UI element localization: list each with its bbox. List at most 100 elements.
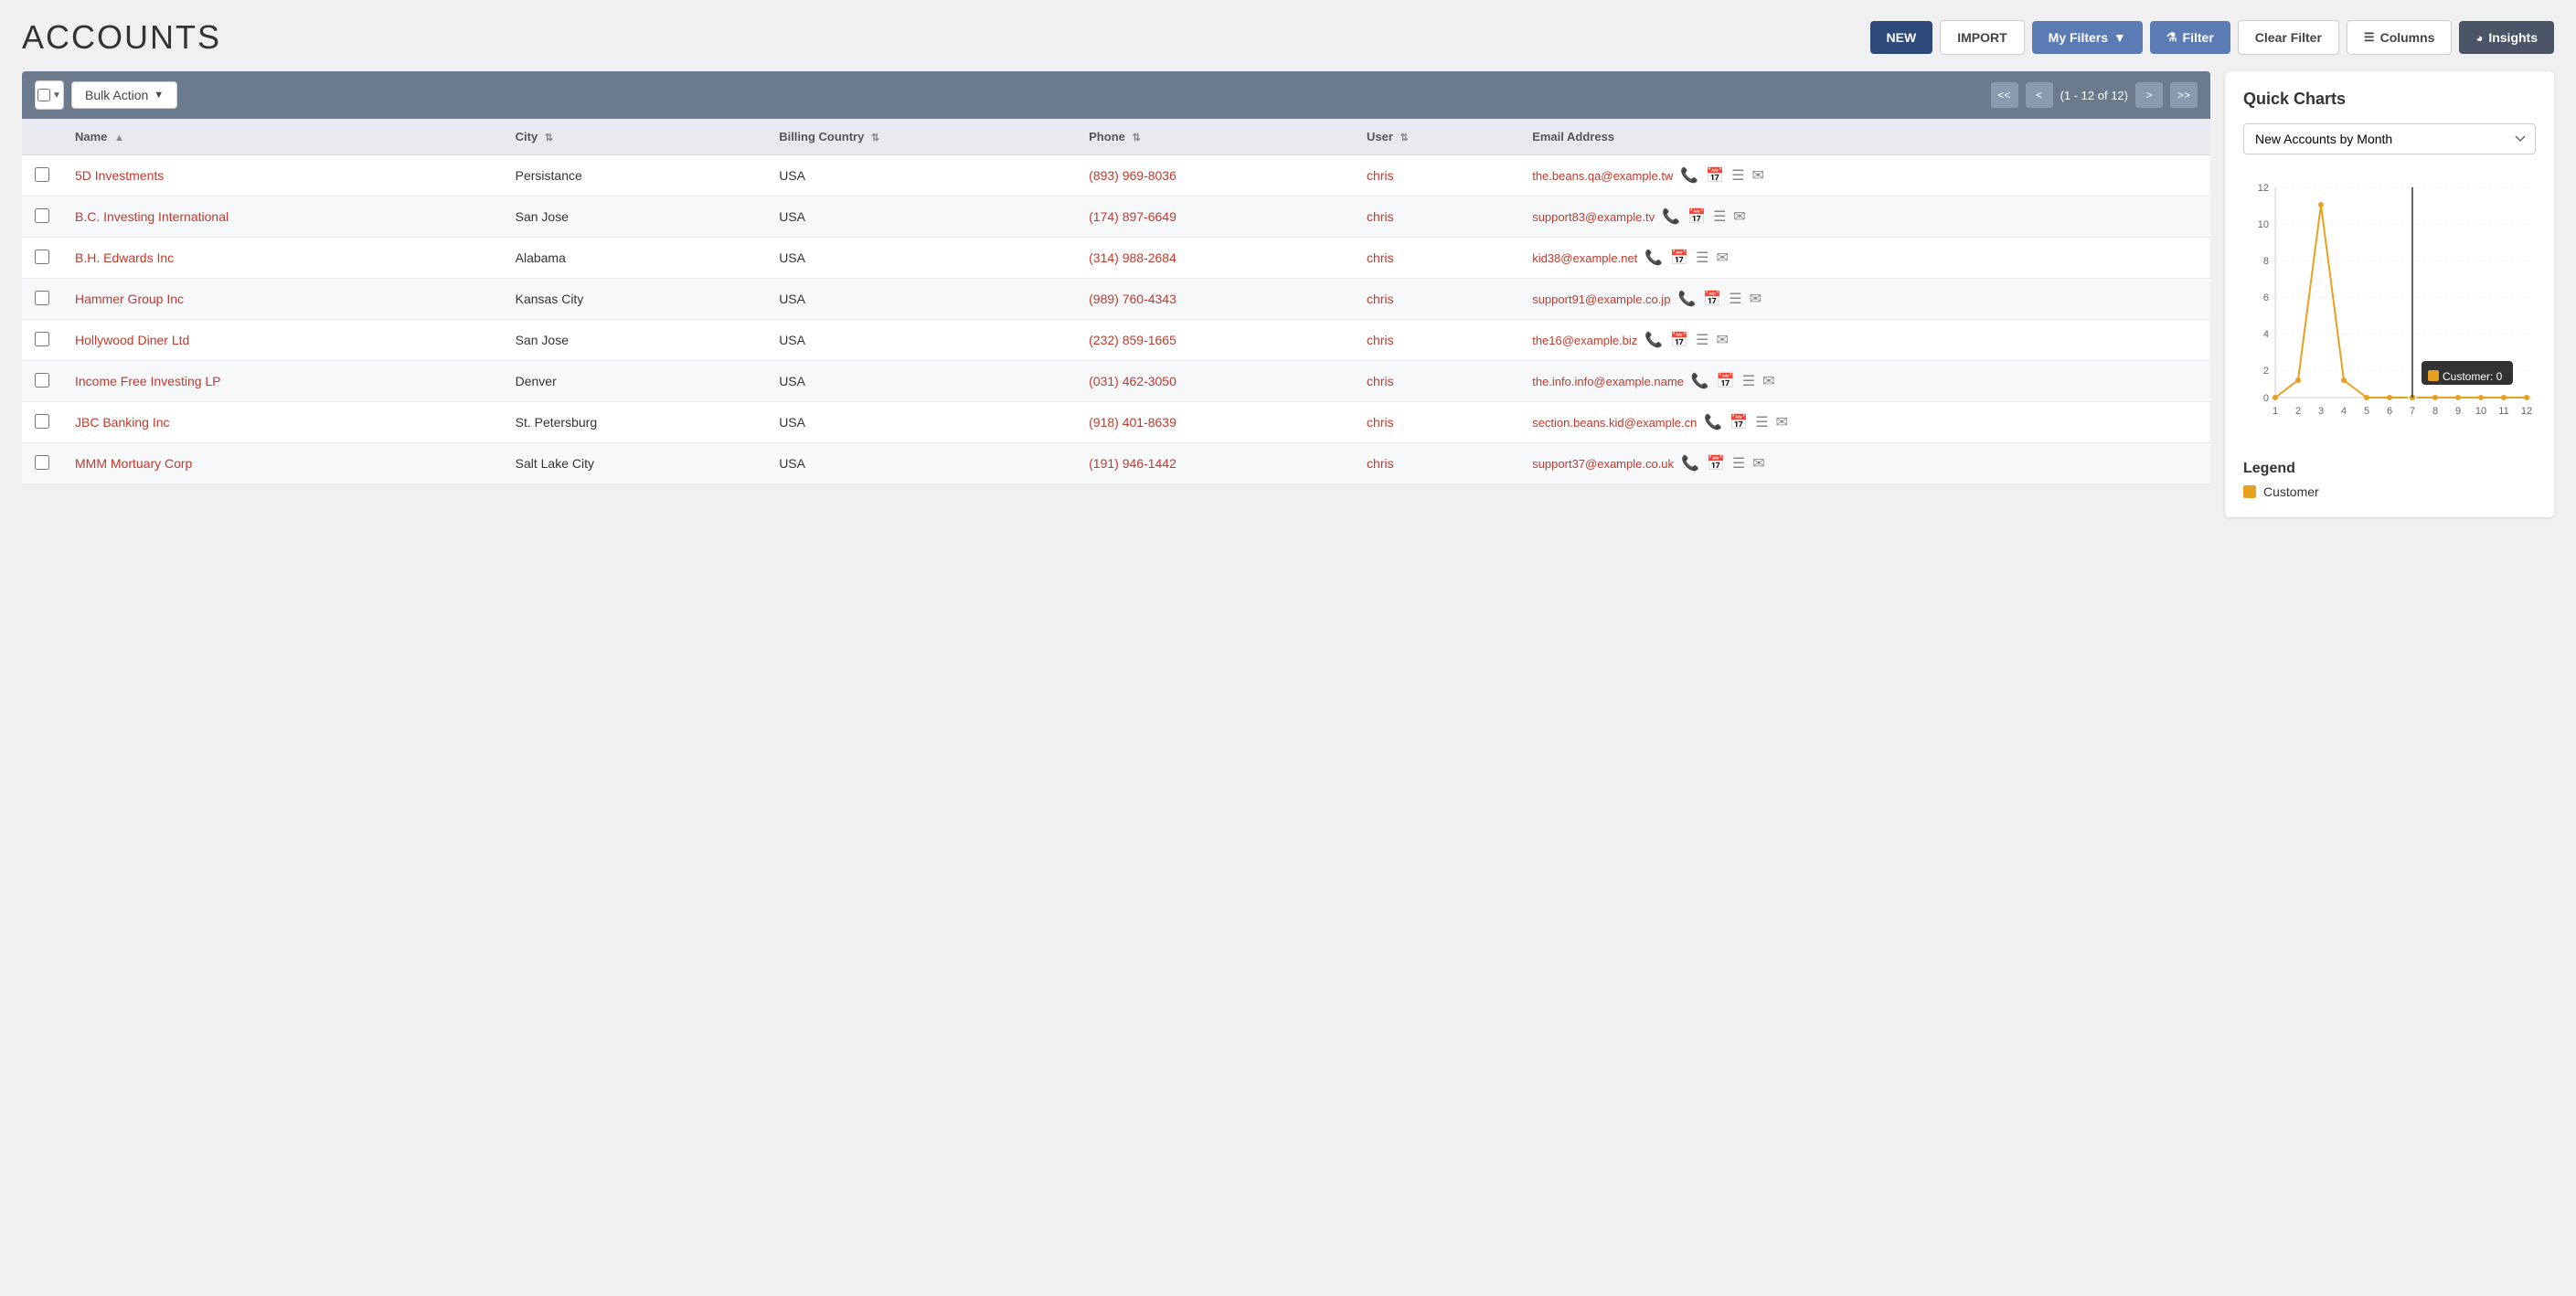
charts-title: Quick Charts	[2243, 90, 2536, 109]
phone-link[interactable]: (191) 946-1442	[1089, 456, 1176, 471]
email-link[interactable]: support91@example.co.jp	[1532, 292, 1670, 306]
phone-link[interactable]: (031) 462-3050	[1089, 374, 1176, 388]
calendar-icon[interactable]: 📅	[1687, 207, 1706, 226]
import-button[interactable]: IMPORT	[1940, 20, 2024, 55]
bulk-action-button[interactable]: Bulk Action ▼	[71, 81, 177, 109]
row-checkbox[interactable]	[35, 167, 49, 182]
phone-link[interactable]: (174) 897-6649	[1089, 209, 1176, 224]
phone-icon[interactable]: 📞	[1691, 372, 1709, 390]
email-link[interactable]: support37@example.co.uk	[1532, 457, 1674, 471]
last-page-button[interactable]: >>	[2170, 82, 2198, 108]
email-link[interactable]: the.info.info@example.name	[1532, 375, 1684, 388]
new-button[interactable]: NEW	[1870, 21, 1933, 54]
phone-icon[interactable]: 📞	[1662, 207, 1680, 226]
phone-icon[interactable]: 📞	[1677, 290, 1696, 308]
billing-country-column-header[interactable]: Billing Country ⇅	[766, 119, 1076, 155]
phone-link[interactable]: (232) 859-1665	[1089, 333, 1176, 347]
phone-icon[interactable]: 📞	[1645, 331, 1663, 349]
list-icon[interactable]: ☰	[1696, 249, 1708, 267]
user-link[interactable]: chris	[1367, 374, 1394, 388]
phone-icon[interactable]: 📞	[1680, 166, 1698, 185]
email-icon[interactable]: ✉	[1762, 372, 1774, 390]
phone-link[interactable]: (989) 760-4343	[1089, 292, 1176, 306]
next-page-button[interactable]: >	[2135, 82, 2163, 108]
list-icon[interactable]: ☰	[1732, 454, 1745, 473]
row-checkbox[interactable]	[35, 332, 49, 346]
email-link[interactable]: kid38@example.net	[1532, 251, 1637, 265]
email-icon[interactable]: ✉	[1776, 413, 1788, 431]
calendar-icon[interactable]: 📅	[1670, 249, 1688, 267]
user-link[interactable]: chris	[1367, 456, 1394, 471]
row-checkbox[interactable]	[35, 414, 49, 429]
name-column-header[interactable]: Name ▲	[62, 119, 503, 155]
calendar-icon[interactable]: 📅	[1717, 372, 1735, 390]
row-checkbox[interactable]	[35, 208, 49, 223]
chart-type-select[interactable]: New Accounts by Month	[2243, 123, 2536, 154]
email-icon[interactable]: ✉	[1752, 454, 1764, 473]
billing-country-cell: USA	[766, 279, 1076, 320]
calendar-icon[interactable]: 📅	[1706, 166, 1724, 185]
email-icon[interactable]: ✉	[1733, 207, 1745, 226]
calendar-icon[interactable]: 📅	[1730, 413, 1748, 431]
email-link[interactable]: support83@example.tv	[1532, 210, 1655, 224]
account-name-link[interactable]: B.C. Investing International	[75, 209, 229, 224]
columns-button[interactable]: ☰ Columns	[2347, 20, 2453, 55]
phone-icon[interactable]: 📞	[1704, 413, 1722, 431]
user-link[interactable]: chris	[1367, 209, 1394, 224]
phone-icon[interactable]: 📞	[1681, 454, 1699, 473]
row-checkbox[interactable]	[35, 373, 49, 388]
row-checkbox[interactable]	[35, 455, 49, 470]
email-cell: support37@example.co.uk 📞 📅 ☰ ✉	[1519, 443, 2210, 484]
calendar-icon[interactable]: 📅	[1703, 290, 1721, 308]
user-link[interactable]: chris	[1367, 250, 1394, 265]
filter-button[interactable]: ⚗ Filter	[2150, 21, 2230, 54]
list-icon[interactable]: ☰	[1755, 413, 1768, 431]
list-icon[interactable]: ☰	[1696, 331, 1708, 349]
phone-column-header[interactable]: Phone ⇅	[1076, 119, 1354, 155]
user-link[interactable]: chris	[1367, 292, 1394, 306]
calendar-icon[interactable]: 📅	[1670, 331, 1688, 349]
phone-cell: (989) 760-4343	[1076, 279, 1354, 320]
list-icon[interactable]: ☰	[1713, 207, 1726, 226]
select-all-checkbox[interactable]: ▼	[35, 80, 64, 110]
account-name-link[interactable]: MMM Mortuary Corp	[75, 456, 192, 471]
row-checkbox-cell	[22, 197, 62, 238]
prev-page-button[interactable]: <	[2026, 82, 2053, 108]
account-name-link[interactable]: JBC Banking Inc	[75, 415, 170, 430]
email-icon[interactable]: ✉	[1717, 331, 1729, 349]
account-name-link[interactable]: Income Free Investing LP	[75, 374, 221, 388]
email-icon[interactable]: ✉	[1717, 249, 1729, 267]
phone-link[interactable]: (893) 969-8036	[1089, 168, 1176, 183]
account-name-link[interactable]: B.H. Edwards Inc	[75, 250, 174, 265]
email-link[interactable]: the16@example.biz	[1532, 334, 1637, 347]
user-link[interactable]: chris	[1367, 415, 1394, 430]
list-icon[interactable]: ☰	[1731, 166, 1744, 185]
insights-button[interactable]: ◕ Insights	[2459, 21, 2554, 54]
calendar-icon[interactable]: 📅	[1707, 454, 1725, 473]
clear-filter-button[interactable]: Clear Filter	[2238, 20, 2339, 55]
email-link[interactable]: the.beans.qa@example.tw	[1532, 169, 1673, 183]
user-link[interactable]: chris	[1367, 168, 1394, 183]
phone-link[interactable]: (314) 988-2684	[1089, 250, 1176, 265]
account-name-link[interactable]: 5D Investments	[75, 168, 164, 183]
user-link[interactable]: chris	[1367, 333, 1394, 347]
svg-text:8: 8	[2263, 256, 2269, 267]
phone-icon[interactable]: 📞	[1645, 249, 1663, 267]
account-name-cell: Income Free Investing LP	[62, 361, 503, 402]
my-filters-button[interactable]: My Filters ▼	[2032, 21, 2143, 54]
row-checkbox[interactable]	[35, 291, 49, 305]
user-column-header[interactable]: User ⇅	[1354, 119, 1519, 155]
list-icon[interactable]: ☰	[1742, 372, 1755, 390]
account-name-link[interactable]: Hammer Group Inc	[75, 292, 184, 306]
email-link[interactable]: section.beans.kid@example.cn	[1532, 416, 1697, 430]
phone-link[interactable]: (918) 401-8639	[1089, 415, 1176, 430]
table-row: MMM Mortuary CorpSalt Lake CityUSA(191) …	[22, 443, 2210, 484]
email-icon[interactable]: ✉	[1752, 166, 1764, 185]
email-icon[interactable]: ✉	[1750, 290, 1762, 308]
row-checkbox[interactable]	[35, 250, 49, 264]
list-icon[interactable]: ☰	[1729, 290, 1741, 308]
account-name-link[interactable]: Hollywood Diner Ltd	[75, 333, 189, 347]
city-column-header[interactable]: City ⇅	[503, 119, 767, 155]
account-name-cell: B.C. Investing International	[62, 197, 503, 238]
first-page-button[interactable]: <<	[1991, 82, 2018, 108]
